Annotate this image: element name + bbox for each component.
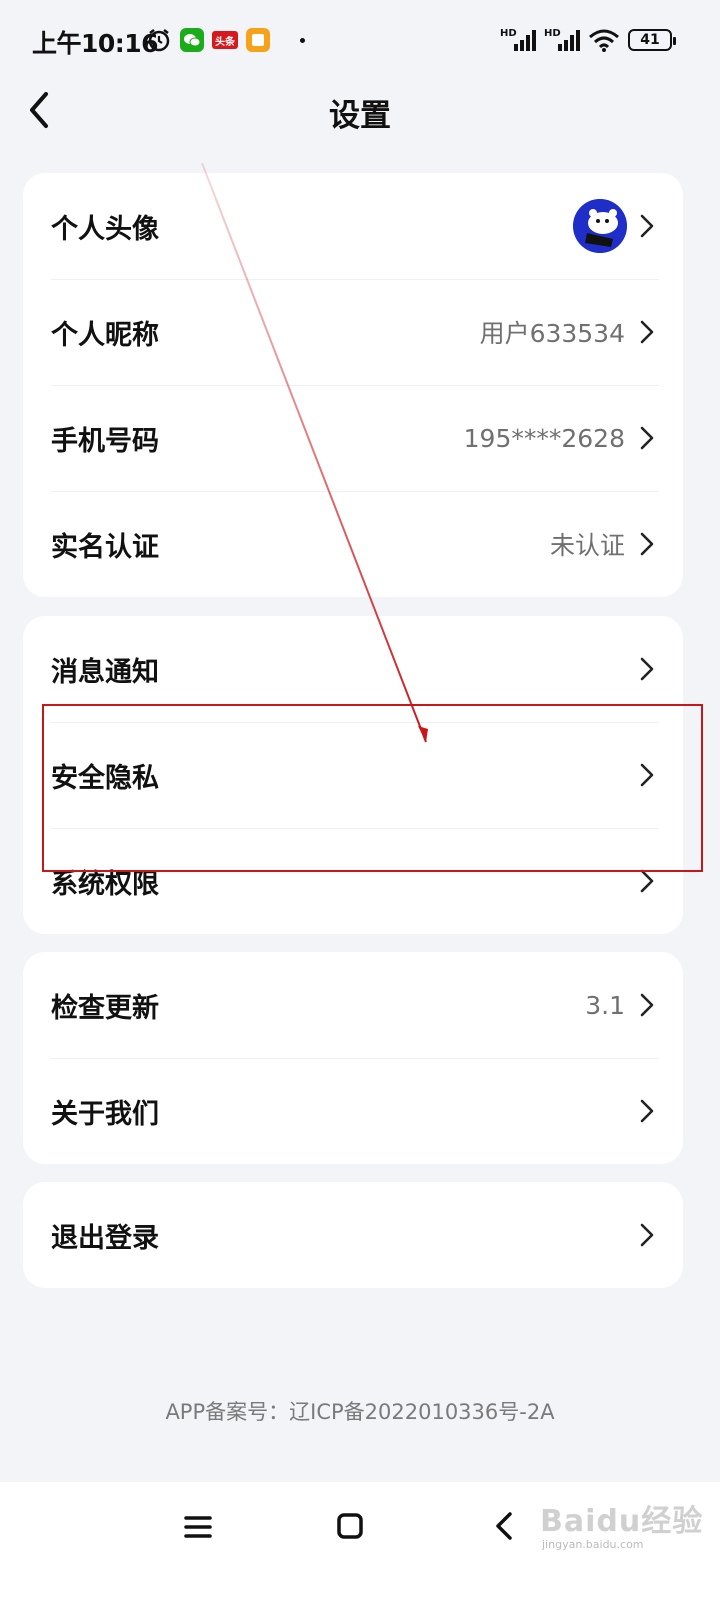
settings-row-logout[interactable]: 退出登录 [23,1182,683,1288]
avatar[interactable] [573,199,627,253]
square-icon [337,1513,363,1539]
row-label: 退出登录 [51,1222,159,1254]
icp-filing-text: APP备案号：辽ICP备2022010336号-2A [165,1400,555,1424]
orange-app-icon [246,28,270,52]
watermark-logo: Baidu经验 [540,1504,704,1539]
wechat-icon [180,28,204,52]
wifi-icon [588,28,620,52]
chevron-right-icon [640,1223,654,1247]
profile-settings-card: 个人头像 个人昵称 用户633534 手机号码 195****2628 实名认证… [23,173,683,597]
chevron-right-icon [640,214,654,238]
signal-1-icon: HD [500,28,536,52]
settings-row-nickname[interactable]: 个人昵称 用户633534 [23,279,683,385]
row-label: 检查更新 [51,992,159,1024]
row-label: 手机号码 [51,425,159,457]
settings-row-avatar[interactable]: 个人头像 [23,173,683,279]
chevron-right-icon [640,426,654,450]
settings-row-verification[interactable]: 实名认证 未认证 [23,491,683,597]
system-back-button[interactable] [484,1508,524,1544]
row-label: 个人头像 [51,213,159,245]
logout-card: 退出登录 [23,1182,683,1288]
chevron-right-icon [640,1099,654,1123]
watermark-url: jingyan.baidu.com [542,1538,644,1551]
row-label: 消息通知 [51,656,159,688]
chevron-right-icon [640,320,654,344]
row-label: 实名认证 [51,531,159,563]
row-value: 用户633534 [479,319,625,348]
chevron-right-icon [640,532,654,556]
menu-icon [184,1516,212,1538]
row-value: 未认证 [549,531,625,560]
page-title: 设置 [329,98,391,134]
notification-icons: 头条 [146,26,305,54]
app-info-card: 检查更新 3.1 关于我们 [23,952,683,1164]
home-button[interactable] [330,1508,370,1544]
baidu-watermark: Baidu经验 jingyan.baidu.com [540,1488,710,1568]
row-label: 个人昵称 [51,319,159,351]
chevron-right-icon [640,993,654,1017]
nav-bar: 设置 [0,80,720,144]
back-chevron-icon [496,1512,512,1540]
recent-apps-button[interactable] [178,1508,218,1544]
row-value: 3.1 [585,990,625,1020]
settings-row-check-update[interactable]: 检查更新 3.1 [23,952,683,1058]
status-bar: 上午10:16 头条 HD HD 41 [0,0,720,80]
toutiao-icon: 头条 [212,31,238,49]
row-label: 关于我们 [51,1098,159,1130]
signal-2-icon: HD [544,28,580,52]
status-time: 上午10:16 [32,29,159,58]
chevron-right-icon [640,657,654,681]
annotation-highlight-box [42,704,703,872]
more-notifications-dot [300,37,305,43]
system-icons: HD HD 41 [500,26,676,54]
row-value: 195****2628 [463,423,625,453]
settings-row-phone[interactable]: 手机号码 195****2628 [23,385,683,491]
alarm-icon [146,27,172,53]
settings-row-about-us[interactable]: 关于我们 [23,1058,683,1164]
battery-icon: 41 [628,29,676,51]
